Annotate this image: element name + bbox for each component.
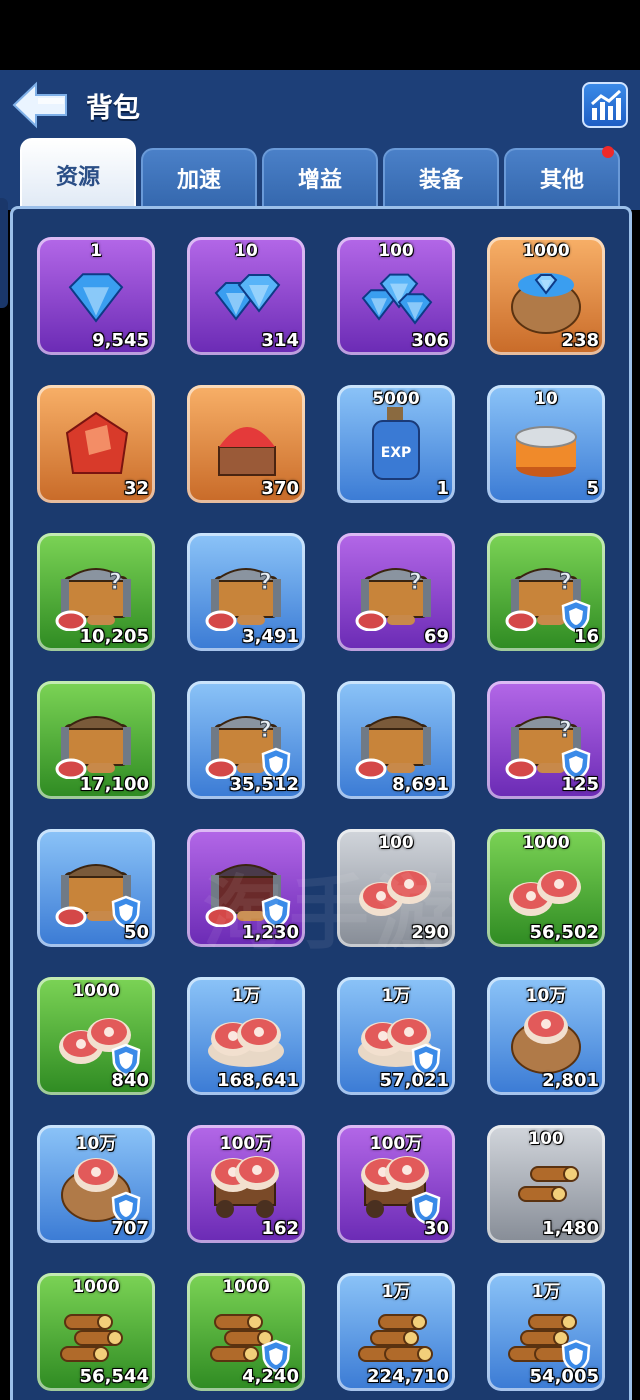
- item-frame: [337, 1273, 455, 1391]
- inventory-item[interactable]: 10万 707: [37, 1125, 155, 1243]
- item-frame: [487, 681, 605, 799]
- inventory-item[interactable]: 1000 840: [37, 977, 155, 1095]
- inventory-item[interactable]: 50: [37, 829, 155, 947]
- tab-equipment[interactable]: 装备: [383, 148, 499, 206]
- inventory-item[interactable]: 100万 162: [187, 1125, 305, 1243]
- inventory-item[interactable]: ? 125: [487, 681, 605, 799]
- item-frame: [487, 1273, 605, 1391]
- item-frame: [37, 1125, 155, 1243]
- inventory-item[interactable]: 1万 224,710: [337, 1273, 455, 1391]
- tab-speedups[interactable]: 加速: [141, 148, 257, 206]
- item-frame: [337, 385, 455, 503]
- item-frame: [337, 681, 455, 799]
- item-frame: [187, 1125, 305, 1243]
- notification-badge: [602, 146, 614, 158]
- tab-resources[interactable]: 资源: [20, 138, 136, 210]
- inventory-item[interactable]: 10 314: [187, 237, 305, 355]
- status-bar: [0, 0, 640, 70]
- item-frame: [187, 385, 305, 503]
- item-frame: [337, 977, 455, 1095]
- inventory-item[interactable]: ? 16: [487, 533, 605, 651]
- item-frame: [187, 533, 305, 651]
- inventory-item[interactable]: 10 5: [487, 385, 605, 503]
- item-frame: [487, 533, 605, 651]
- chart-icon: [591, 89, 622, 120]
- page-title: 背包: [86, 93, 140, 124]
- tab-label: 装备: [418, 168, 463, 193]
- inventory-panel: 1 9,545 10 314 100 306 1000 238 32 370 EXP 5000 1 10 5…: [10, 206, 632, 1400]
- tab-other[interactable]: 其他: [504, 146, 620, 206]
- inventory-item[interactable]: 1万 54,005: [487, 1273, 605, 1391]
- item-frame: [337, 237, 455, 355]
- stats-button[interactable]: [582, 82, 628, 128]
- inventory-item[interactable]: 8,691: [337, 681, 455, 799]
- item-frame: [37, 385, 155, 503]
- inventory-item[interactable]: ? 3,491: [187, 533, 305, 651]
- item-frame: [37, 681, 155, 799]
- item-frame: [187, 1273, 305, 1391]
- tab-label: 加速: [176, 168, 221, 193]
- back-arrow-icon: [12, 81, 67, 129]
- item-frame: [37, 237, 155, 355]
- item-frame: [187, 237, 305, 355]
- inventory-item[interactable]: 1 9,545: [37, 237, 155, 355]
- item-frame: [37, 829, 155, 947]
- item-frame: [337, 1125, 455, 1243]
- tab-boosts[interactable]: 增益: [262, 148, 378, 206]
- inventory-item[interactable]: 32: [37, 385, 155, 503]
- item-frame: [487, 977, 605, 1095]
- inventory-item[interactable]: 100 1,480: [487, 1125, 605, 1243]
- item-frame: [487, 1125, 605, 1243]
- item-frame: [37, 977, 155, 1095]
- inventory-item[interactable]: 100 306: [337, 237, 455, 355]
- inventory-item[interactable]: 1000 238: [487, 237, 605, 355]
- inventory-item[interactable]: 17,100: [37, 681, 155, 799]
- item-frame: [487, 829, 605, 947]
- tab-label: 增益: [297, 168, 342, 193]
- inventory-item[interactable]: 1000 4,240: [187, 1273, 305, 1391]
- inventory-item[interactable]: 1000 56,544: [37, 1273, 155, 1391]
- inventory-item[interactable]: EXP 5000 1: [337, 385, 455, 503]
- side-handle[interactable]: [0, 198, 8, 308]
- inventory-item[interactable]: 100万 30: [337, 1125, 455, 1243]
- inventory-item[interactable]: ? 35,512: [187, 681, 305, 799]
- back-button[interactable]: [10, 80, 70, 130]
- inventory-item[interactable]: ? 69: [337, 533, 455, 651]
- item-frame: [37, 533, 155, 651]
- inventory-item[interactable]: 10万 2,801: [487, 977, 605, 1095]
- item-frame: [337, 533, 455, 651]
- inventory-item[interactable]: 370: [187, 385, 305, 503]
- item-frame: [37, 1273, 155, 1391]
- item-frame: [187, 681, 305, 799]
- tab-label: 其他: [539, 168, 584, 193]
- inventory-item[interactable]: 1万 168,641: [187, 977, 305, 1095]
- watermark: 淘手游: [203, 867, 461, 960]
- inventory-item[interactable]: 1000 56,502: [487, 829, 605, 947]
- item-frame: [487, 237, 605, 355]
- inventory-item[interactable]: ? 10,205: [37, 533, 155, 651]
- item-frame: [487, 385, 605, 503]
- item-frame: [187, 977, 305, 1095]
- inventory-item[interactable]: 1万 57,021: [337, 977, 455, 1095]
- tab-label: 资源: [55, 165, 100, 190]
- header: 背包: [0, 70, 640, 140]
